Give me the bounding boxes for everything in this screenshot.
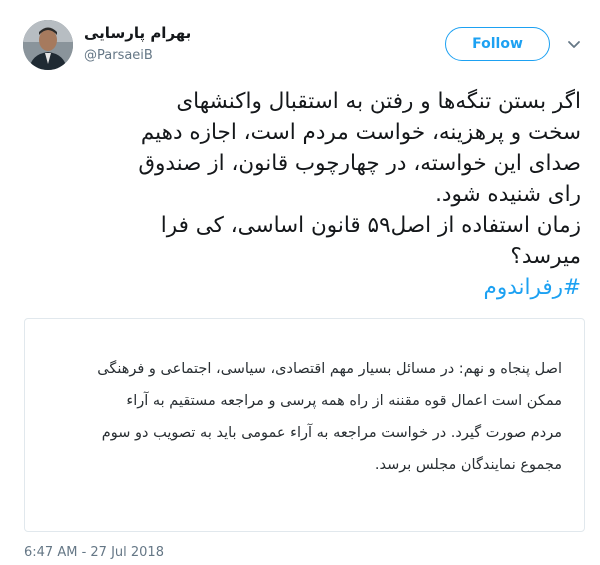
tweet-line: میرسد؟ bbox=[510, 244, 581, 269]
quoted-image-card[interactable]: اصل پنجاه و نهم: در مسائل بسیار مهم اقتص… bbox=[24, 318, 585, 532]
profile-photo bbox=[23, 20, 73, 70]
tweet-line: اگر بستن تنگه‌ها و رفتن به استقبال واکنش… bbox=[176, 89, 581, 114]
quote-line: مجموع نمایندگان مجلس برسد. bbox=[374, 457, 562, 473]
quote-line: مردم صورت گیرد. در خواست مراجعه به آراء … bbox=[101, 425, 562, 441]
hashtag-link[interactable]: #رفراندوم bbox=[484, 275, 581, 300]
tweet-line: سخت و پرهزینه، خواست مردم است، اجازه دهی… bbox=[140, 120, 581, 145]
tweet-line: رای شنیده شود. bbox=[435, 182, 581, 207]
quote-text: اصل پنجاه و نهم: در مسائل بسیار مهم اقتص… bbox=[42, 353, 562, 481]
quote-line: ممکن است اعمال قوه مقننه از راه همه پرسی… bbox=[126, 393, 562, 409]
tweet-text: اگر بستن تنگه‌ها و رفتن به استقبال واکنش… bbox=[22, 86, 581, 303]
tweet-line: زمان استفاده از اصل۵۹ قانون اساسی، کی فر… bbox=[160, 213, 581, 238]
chevron-down-icon[interactable] bbox=[566, 36, 582, 52]
display-name[interactable]: بهرام پارسایی bbox=[84, 24, 191, 42]
avatar[interactable] bbox=[23, 20, 73, 70]
user-handle[interactable]: @ParsaeiB bbox=[84, 48, 153, 63]
tweet-line: صدای این خواسته، در چهارچوب قانون، از صن… bbox=[138, 151, 581, 176]
timestamp[interactable]: 6:47 AM - 27 Jul 2018 bbox=[24, 545, 164, 560]
quote-line: اصل پنجاه و نهم: در مسائل بسیار مهم اقتص… bbox=[97, 361, 562, 377]
follow-button[interactable]: Follow bbox=[445, 27, 550, 61]
